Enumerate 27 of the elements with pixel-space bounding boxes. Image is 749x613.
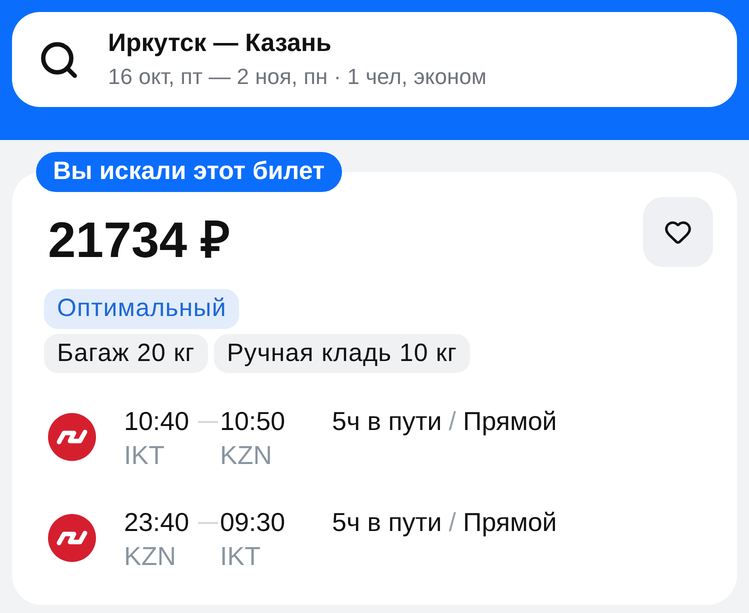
arrival-airport-code: IKT [220, 540, 262, 573]
stops-label: Прямой [463, 405, 557, 438]
separator-slash: / [448, 506, 456, 539]
time-separator-line [198, 421, 218, 423]
departure-airport-code: IKT [124, 439, 166, 472]
logo-icon [48, 514, 96, 562]
arrival-airport-code: KZN [220, 439, 273, 472]
arrival-time: 10:50 [220, 405, 286, 438]
searched-badge: Вы искали этот билет [36, 152, 342, 192]
baggage-tag: Ручная кладь 10 кг [214, 334, 470, 373]
favorite-button[interactable] [643, 197, 713, 267]
departure-airport-code: KZN [124, 540, 177, 573]
baggage-tag: Багаж 20 кг [44, 334, 208, 373]
separator-slash: / [448, 405, 456, 438]
fare-tag: Оптимальный [44, 289, 240, 329]
search-field[interactable]: Иркутск — Казань 16 окт, пт — 2 ноя, пн · 1 чел, эконом [12, 12, 737, 107]
arrival-time: 09:30 [220, 506, 286, 539]
departure-time: 10:40 [124, 405, 190, 438]
ticket-price: 21734 ₽ [48, 212, 230, 268]
stops-label: Прямой [463, 506, 557, 539]
departure-time: 23:40 [124, 506, 190, 539]
flight-duration: 5ч в пути [332, 405, 442, 438]
trip-details: 16 окт, пт — 2 ноя, пн · 1 чел, эконом [108, 63, 486, 91]
flight-duration: 5ч в пути [332, 506, 442, 539]
time-separator-line [198, 522, 218, 524]
route-title: Иркутск — Казань [108, 28, 332, 58]
logo-icon [48, 413, 96, 461]
